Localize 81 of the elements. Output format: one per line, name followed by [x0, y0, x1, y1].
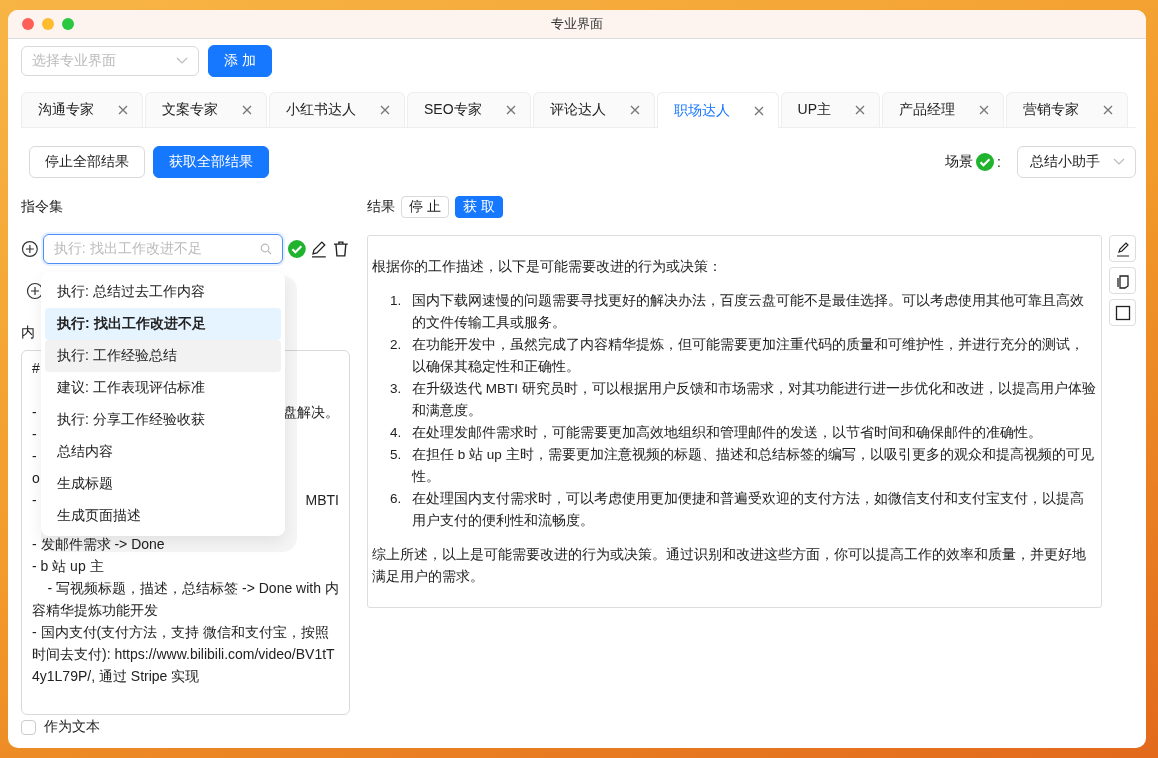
colon-text: :: [997, 154, 1001, 170]
tab[interactable]: 沟通专家: [21, 92, 143, 127]
scene-label: 场景: [945, 153, 974, 171]
square-icon: [1114, 304, 1131, 321]
dropdown-option[interactable]: 执行: 分享工作经验收获: [45, 404, 281, 436]
list-number: 1.: [390, 292, 403, 310]
tab[interactable]: 产品经理: [882, 92, 1005, 127]
close-icon[interactable]: [505, 105, 516, 115]
stop-button[interactable]: 停 止: [401, 196, 449, 218]
close-icon[interactable]: [1103, 105, 1114, 115]
list-number: 3.: [390, 380, 403, 398]
text-line: -: [32, 403, 37, 422]
dropdown-option[interactable]: 执行: 找出工作改进不足: [45, 308, 281, 340]
list-item-text: 在处理发邮件需求时，可能需要更加高效地组织和管理邮件的发送，以节省时间和确保邮件的准确性。: [412, 424, 1042, 442]
window-title: 专业界面: [551, 16, 603, 31]
result-paragraph: 综上所述，以上是可能需要改进的行为或决策。通过识别和改进这些方面，你可以提高工作的效率和质量，并更好地满足用户的需求。: [372, 546, 1087, 586]
fetch-button[interactable]: 获 取: [454, 196, 503, 218]
close-button[interactable]: [22, 18, 34, 30]
text-line: MBTI: [305, 491, 339, 510]
section-label: 结果: [367, 198, 395, 216]
close-icon[interactable]: [380, 105, 390, 115]
trash-icon[interactable]: [332, 240, 350, 258]
dropdown-option[interactable]: 执行: 工作经验总结: [45, 340, 281, 372]
content-label: 内: [21, 324, 35, 342]
tab[interactable]: 小红书达人: [269, 92, 405, 127]
dropdown-option[interactable]: 建议: 工作表现评估标准: [45, 372, 281, 404]
list-number: 5.: [390, 446, 403, 464]
check-circle-icon: [286, 239, 307, 259]
list-item-text: 在担任 b 站 up 主时，需要更加注意视频的标题、描述和总结标签的编写，以吸引更多的观众和提高视频的可见性。: [412, 446, 1095, 486]
list-item-text: 在处理国内支付需求时，可以考虑使用更加便捷和普遍受欢迎的支付方法，如微信支付和支付宝支付，以提高用户支付的便利性和流畅度。: [412, 490, 1085, 530]
tab[interactable]: 文案专家: [145, 92, 267, 127]
text-line: -: [32, 425, 37, 444]
section-label: 指令集: [21, 198, 63, 216]
text-line: - b 站 up 主: [32, 557, 105, 576]
close-icon[interactable]: [118, 105, 128, 115]
copy-icon: [1114, 272, 1131, 289]
text-line: - 写视频标题，描述，总结标签 -> Done with 内容精华提炼功能开发: [32, 579, 339, 620]
text-line: o: [32, 469, 40, 488]
fetch-all-button[interactable]: 获取全部结果: [153, 146, 269, 178]
list-item-text: 在功能开发中，虽然完成了内容精华提炼，但可能需要更加注重代码的质量和可维护性，并进行充分的测试，以确保其稳定性和正确性。: [412, 336, 1085, 376]
stop-all-button[interactable]: 停止全部结果: [29, 146, 145, 178]
edit-button[interactable]: [1109, 235, 1136, 262]
tab[interactable]: 评论达人: [532, 92, 655, 127]
dropdown-option[interactable]: 执行: 总结过去工作内容: [45, 276, 281, 308]
tab[interactable]: 营销专家: [1006, 92, 1129, 127]
list-number: 2.: [390, 336, 403, 354]
close-icon[interactable]: [979, 105, 990, 115]
close-icon[interactable]: [855, 105, 866, 115]
close-icon[interactable]: [753, 105, 764, 116]
checkbox[interactable]: [21, 719, 36, 735]
dropdown-option[interactable]: 生成标题: [45, 468, 281, 500]
add-button[interactable]: 添 加: [208, 45, 272, 77]
pencil-icon: [1114, 240, 1131, 257]
list-item-text: 国内下载网速慢的问题需要寻找更好的解决办法，百度云盘可能不是最佳选择。可以考虑使用其他可靠且高效的文件传输工具或服务。: [412, 292, 1085, 332]
tab[interactable]: SEO专家: [407, 92, 531, 127]
text-line: 盘解决。: [283, 403, 339, 422]
tab[interactable]: UP主: [780, 92, 881, 127]
chevron-icon: [1113, 158, 1125, 166]
text-line: - 国内支付(支付方法，支持 微信和支付宝，按照时间去支付): https://www.bilibili.com/video/BV1tT4y1L79P/, 通过 Stripe 实现: [32, 623, 336, 686]
plus-circle-icon[interactable]: [21, 240, 39, 258]
close-icon[interactable]: [629, 105, 640, 115]
dropdown-option[interactable]: 生成页面描述: [45, 500, 281, 532]
scene-select[interactable]: 总结小助手: [1017, 146, 1136, 178]
checkbox-label: 作为文本: [44, 718, 100, 736]
close-icon[interactable]: [242, 105, 252, 115]
dropdown-option[interactable]: 总结内容: [45, 436, 281, 468]
tab[interactable]: 职场达人: [656, 92, 779, 128]
square-button[interactable]: [1109, 299, 1136, 326]
text-line: -: [32, 447, 37, 466]
text-line: #: [32, 359, 40, 378]
copy-button[interactable]: [1109, 267, 1136, 294]
text-line: - 发邮件需求 -> Done: [32, 535, 166, 554]
list-number: 4.: [390, 424, 403, 442]
chevron-icon: [176, 57, 188, 65]
pencil-icon[interactable]: [310, 240, 329, 258]
result-paragraph: 根据你的工作描述，以下是可能需要改进的行为或决策：: [372, 258, 723, 276]
list-number: 6.: [390, 490, 403, 508]
search-icon: [259, 243, 272, 255]
text-line: -: [32, 491, 37, 510]
plus-circle-icon[interactable]: [26, 282, 44, 300]
list-item-text: 在升级迭代 MBTI 研究员时，可以根据用户反馈和市场需求，对其功能进行进一步优化和改进，以提高用户体验和满意度。: [412, 380, 1097, 420]
